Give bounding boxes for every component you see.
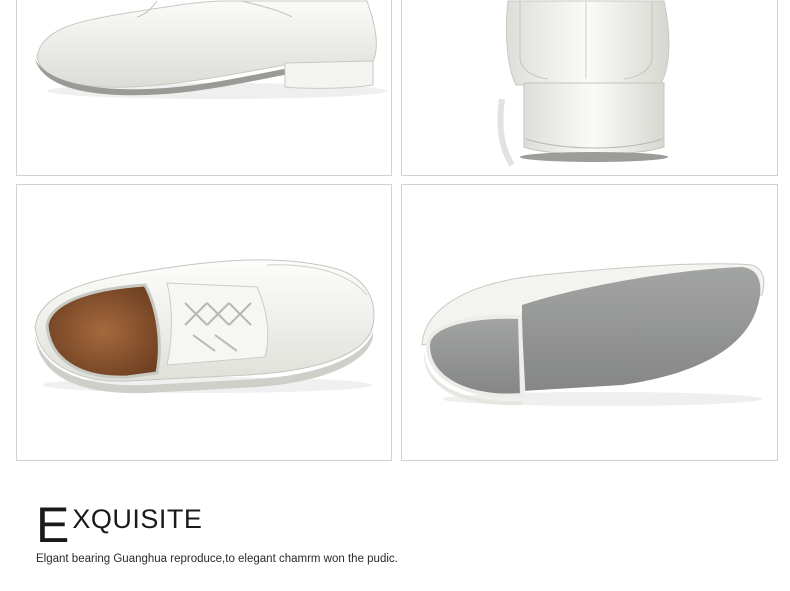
headline: E XQUISITE — [36, 497, 203, 553]
tagline: Elgant bearing Guanghua reproduce,to ele… — [36, 553, 398, 565]
shoe-heel-back-view-image — [497, 0, 670, 167]
shoe-top-laced-view-image — [34, 259, 375, 394]
shoe-heel-back-view-photo — [401, 0, 778, 176]
headline-initial: E — [36, 497, 70, 553]
shoe-side-toe-view-photo — [16, 0, 392, 176]
shoe-side-toe-view-image — [35, 0, 387, 99]
headline-rest: XQUISITE — [72, 504, 203, 534]
shoe-sole-bottom-view-image — [421, 263, 765, 406]
shoe-sole-bottom-view-photo — [401, 184, 778, 461]
shoe-top-laced-view-photo — [16, 184, 392, 461]
